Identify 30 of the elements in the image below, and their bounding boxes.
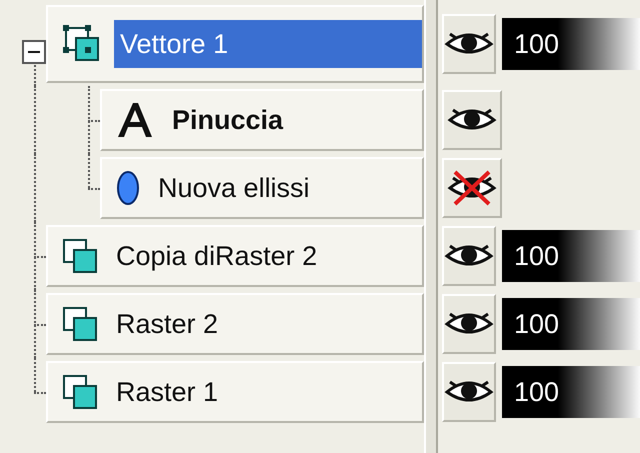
visibility-toggle[interactable] (442, 90, 502, 150)
opacity-slider[interactable]: 100 (502, 230, 640, 282)
opacity-slider[interactable]: 100 (502, 298, 640, 350)
ellipse-icon (116, 170, 140, 206)
layer-name: Raster 1 (115, 376, 220, 409)
layer-row[interactable]: Raster 2 (46, 292, 424, 356)
layer-row[interactable]: Raster 1 (46, 360, 424, 424)
layer-name: Copia diRaster 2 (115, 240, 318, 273)
vector-layer-icon (62, 24, 102, 64)
layer-name: Raster 2 (115, 308, 220, 341)
collapse-icon[interactable] (22, 40, 46, 64)
hidden-eye-icon (447, 168, 497, 208)
layer-row[interactable]: Pinuccia (100, 88, 424, 152)
visibility-toggle[interactable] (442, 294, 496, 354)
visibility-toggle[interactable] (442, 362, 496, 422)
layer-row[interactable]: Nuova ellissi (100, 156, 424, 220)
opacity-slider[interactable]: 100 (502, 18, 640, 70)
layer-name: Pinuccia (171, 104, 284, 137)
visibility-toggle[interactable] (442, 158, 502, 218)
layer-name: Vettore 1 (114, 20, 422, 68)
raster-layer-icon (62, 238, 98, 274)
layer-row[interactable]: Vettore 1 (46, 5, 424, 83)
visibility-toggle[interactable] (442, 226, 496, 286)
layer-row[interactable]: Copia diRaster 2 (46, 224, 424, 288)
layer-name: Nuova ellissi (157, 172, 311, 205)
text-layer-icon (116, 100, 154, 139)
visibility-toggle[interactable] (442, 14, 496, 74)
opacity-slider[interactable]: 100 (502, 366, 640, 418)
raster-layer-icon (62, 306, 98, 342)
raster-layer-icon (62, 374, 98, 410)
